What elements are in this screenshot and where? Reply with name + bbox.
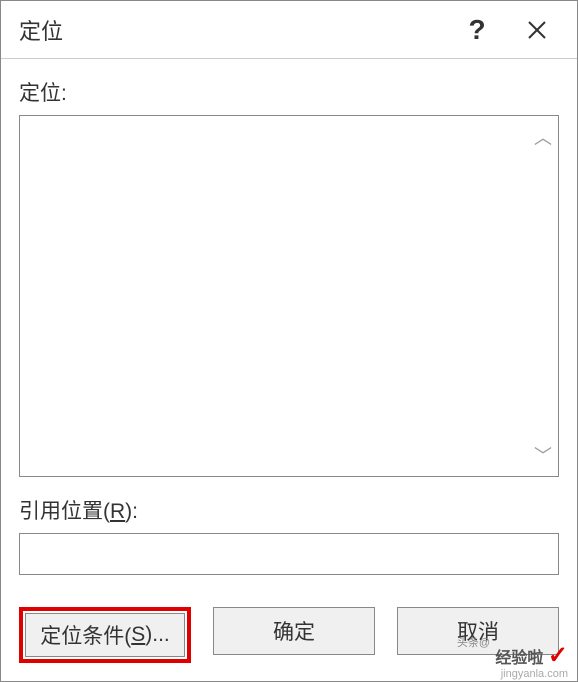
close-icon bbox=[527, 20, 547, 40]
close-button[interactable] bbox=[507, 1, 567, 59]
reference-input[interactable] bbox=[19, 533, 559, 575]
reference-label: 引用位置(R): bbox=[19, 495, 559, 525]
special-button[interactable]: 定位条件(S)... bbox=[25, 613, 185, 657]
ok-button[interactable]: 确定 bbox=[213, 607, 375, 655]
scroll-down-icon[interactable]: ﹀ bbox=[534, 442, 552, 468]
help-button[interactable]: ? bbox=[447, 1, 507, 59]
goto-label: 定位: bbox=[19, 77, 559, 107]
watermark-domain: jingyanla.com bbox=[501, 668, 568, 680]
button-row: 定位条件(S)... 确定 取消 bbox=[1, 593, 577, 681]
dialog-title: 定位 bbox=[19, 14, 447, 46]
dialog-content: 定位: ︿ ﹀ 引用位置(R): bbox=[1, 59, 577, 593]
special-button-highlight: 定位条件(S)... bbox=[19, 607, 191, 663]
scroll-up-icon[interactable]: ︿ bbox=[534, 124, 552, 150]
watermark-small: 头条@ bbox=[457, 634, 490, 650]
goto-listbox[interactable]: ︿ ﹀ bbox=[19, 115, 559, 477]
goto-dialog: 定位 ? 定位: ︿ ﹀ 引用位置(R): 定位条件(S)... 确定 取消 bbox=[0, 0, 578, 682]
titlebar: 定位 ? bbox=[1, 1, 577, 59]
